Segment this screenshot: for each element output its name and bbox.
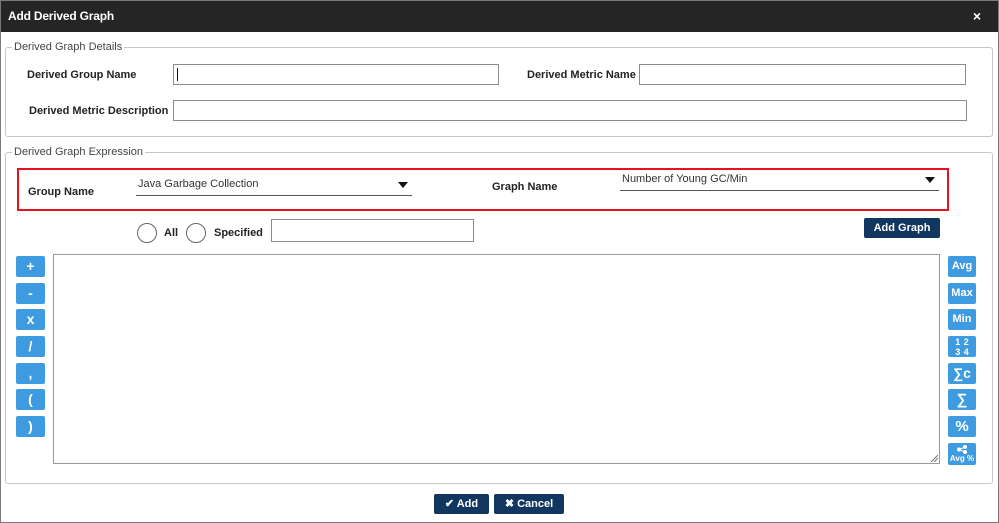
derived-metric-description-label: Derived Metric Description	[29, 105, 169, 117]
percent-icon: %	[955, 418, 969, 435]
expression-legend: Derived Graph Expression	[14, 146, 144, 158]
radio-all-label: All	[164, 227, 179, 239]
graph-name-selected: Number of Young GC/Min	[622, 173, 748, 185]
expression-textarea[interactable]	[53, 254, 940, 464]
derived-metric-name-label: Derived Metric Name	[527, 69, 636, 81]
cancel-button[interactable]: ✖ Cancel	[494, 494, 564, 514]
close-icon[interactable]: ×	[973, 8, 981, 24]
derived-metric-name-input[interactable]	[639, 64, 966, 85]
comma-button[interactable]: ,	[16, 363, 45, 384]
share-nodes-icon	[957, 445, 967, 454]
minus-button[interactable]: -	[16, 283, 45, 304]
add-button[interactable]: ✔ Add	[434, 494, 489, 514]
graph-name-label: Graph Name	[492, 181, 558, 193]
plus-button[interactable]: +	[16, 256, 45, 277]
sum-icon: ∑	[956, 391, 968, 408]
min-icon: Min	[952, 313, 972, 325]
percent-button[interactable]: %	[948, 416, 976, 437]
chevron-down-icon	[398, 182, 408, 188]
divide-button[interactable]: /	[16, 336, 45, 357]
radio-specified[interactable]	[186, 223, 206, 243]
multiply-button[interactable]: x	[16, 309, 45, 330]
group-name-label: Group Name	[28, 186, 95, 198]
fraction-button[interactable]: 1 2 3 4	[948, 336, 976, 357]
derived-group-name-input[interactable]	[173, 64, 499, 85]
cancel-button-label: Cancel	[517, 498, 554, 510]
min-button[interactable]: Min	[948, 309, 976, 330]
radio-specified-label: Specified	[214, 227, 263, 239]
sum-count-button[interactable]: ∑c	[948, 363, 976, 384]
sum-count-icon: ∑c	[953, 365, 971, 381]
avg-percent-button[interactable]: Avg %	[948, 443, 976, 465]
avg-icon: Avg	[951, 260, 973, 272]
derived-group-name-label: Derived Group Name	[27, 69, 137, 81]
title-bar: Add Derived Graph ×	[1, 1, 998, 32]
avg-percent-icon: Avg %	[949, 454, 975, 463]
add-graph-button[interactable]: Add Graph	[864, 218, 940, 238]
close-icon: ✖	[504, 498, 515, 510]
specified-input[interactable]	[271, 219, 474, 242]
add-button-label: Add	[456, 498, 479, 510]
resize-handle-icon[interactable]	[930, 454, 938, 462]
fraction-icon: 1 2 3 4	[955, 337, 969, 357]
add-derived-graph-dialog: Add Derived Graph × Derived Graph Detail…	[0, 0, 999, 523]
text-caret	[177, 68, 178, 81]
radio-all[interactable]	[137, 223, 157, 243]
group-name-selected: Java Garbage Collection	[138, 178, 259, 190]
derived-graph-details-section: Derived Graph Details	[5, 41, 993, 137]
max-button[interactable]: Max	[948, 283, 976, 304]
avg-button[interactable]: Avg	[948, 256, 976, 277]
close-paren-button[interactable]: )	[16, 416, 45, 437]
derived-metric-description-input[interactable]	[173, 100, 967, 121]
group-name-select[interactable]: Java Garbage Collection	[136, 178, 412, 196]
dialog-title: Add Derived Graph	[8, 9, 114, 23]
max-icon: Max	[951, 287, 973, 299]
open-paren-button[interactable]: (	[16, 389, 45, 410]
graph-name-select[interactable]: Number of Young GC/Min	[620, 173, 939, 191]
sum-button[interactable]: ∑	[948, 389, 976, 410]
check-icon: ✔	[444, 498, 455, 510]
chevron-down-icon	[925, 177, 935, 183]
details-legend: Derived Graph Details	[14, 41, 123, 53]
